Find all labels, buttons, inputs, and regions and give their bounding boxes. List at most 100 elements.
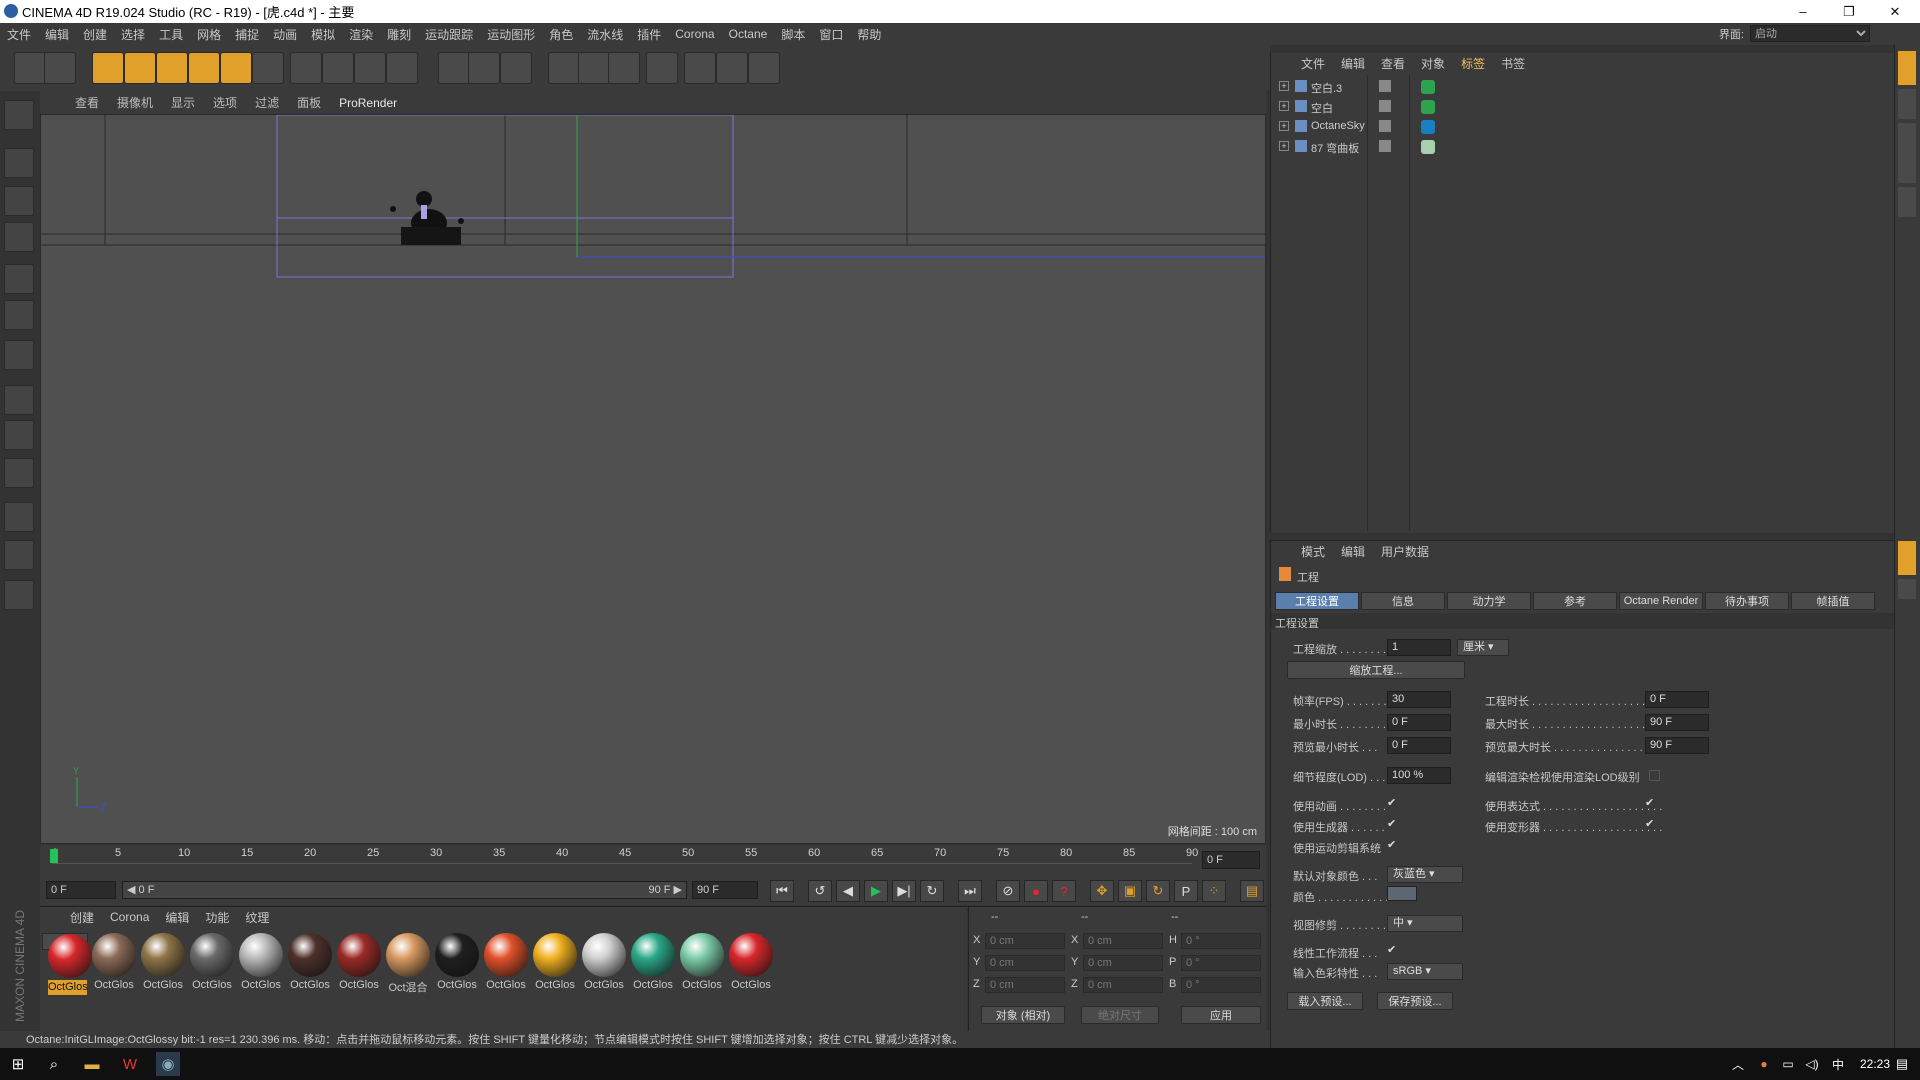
minimize-button[interactable]: –: [1780, 0, 1826, 23]
attribute-menu-item[interactable]: 编辑: [1333, 543, 1373, 560]
attribute-tab[interactable]: 工程设置: [1275, 592, 1359, 610]
material-swatch[interactable]: OctGlos: [336, 933, 382, 997]
render-view-icon[interactable]: [386, 52, 418, 84]
use-expr-checkbox[interactable]: ✔: [1645, 798, 1656, 809]
menu-item[interactable]: 插件: [630, 26, 668, 43]
rotation-field[interactable]: 0 °: [1181, 955, 1261, 971]
object-row[interactable]: + 空白: [1277, 97, 1887, 116]
goto-start-button[interactable]: ⏮: [770, 880, 794, 902]
menu-item[interactable]: 流水线: [580, 26, 630, 43]
object-name[interactable]: OctaneSky: [1311, 120, 1365, 132]
object-menu-item[interactable]: 文件: [1293, 55, 1333, 72]
tray-app-icon[interactable]: ●: [1752, 1052, 1776, 1076]
layer-icon[interactable]: [1379, 80, 1391, 92]
menu-item[interactable]: 脚本: [774, 26, 812, 43]
preview-min-field[interactable]: 0 F: [1387, 737, 1451, 754]
default-color-dropdown[interactable]: 灰蓝色 ▾: [1387, 866, 1463, 883]
coord-mode-dropdown[interactable]: 对象 (相对): [981, 1006, 1065, 1024]
use-gen-checkbox[interactable]: ✔: [1387, 819, 1398, 830]
goto-end-button[interactable]: ⏭: [958, 880, 982, 902]
attribute-menu-item[interactable]: 模式: [1293, 543, 1333, 560]
use-anim-checkbox[interactable]: ✔: [1387, 798, 1398, 809]
use-mograph-checkbox[interactable]: ✔: [1387, 840, 1398, 851]
magnet-icon[interactable]: [4, 502, 34, 532]
param-key-button[interactable]: P: [1174, 880, 1198, 902]
cinema4d-taskbar-icon[interactable]: ◉: [156, 1052, 180, 1076]
current-frame-field[interactable]: 0 F: [1202, 851, 1260, 869]
undo-icon[interactable]: [14, 52, 46, 84]
menu-item[interactable]: 窗口: [812, 26, 850, 43]
play-button[interactable]: ▶: [864, 880, 888, 902]
workplane-icon[interactable]: [4, 222, 34, 252]
menu-item[interactable]: 运动图形: [480, 26, 542, 43]
expand-icon[interactable]: +: [1279, 121, 1289, 131]
start-frame-field[interactable]: 0 F: [46, 881, 116, 899]
prev-key-button[interactable]: ↺: [808, 880, 832, 902]
object-row[interactable]: +87 弯曲板: [1277, 137, 1887, 156]
frame-range-slider[interactable]: ◀ 0 F 90 F ▶: [122, 881, 687, 899]
material-swatch[interactable]: OctGlos: [728, 933, 774, 997]
menu-item[interactable]: Corona: [668, 27, 721, 41]
x-axis-lock-icon[interactable]: [252, 52, 284, 84]
size-field[interactable]: 0 cm: [1083, 977, 1163, 993]
menu-item[interactable]: 网格: [190, 26, 228, 43]
rotation-field[interactable]: 0 °: [1181, 933, 1261, 949]
tray-chevron-icon[interactable]: ︿: [1726, 1052, 1750, 1076]
pen-icon[interactable]: [548, 52, 580, 84]
object-menu-item[interactable]: 标签: [1453, 55, 1493, 72]
camera-icon[interactable]: [716, 52, 748, 84]
viewport-menu-item[interactable]: 过滤: [246, 94, 288, 111]
size-field[interactable]: 0 cm: [1083, 955, 1163, 971]
wps-icon[interactable]: W: [118, 1052, 142, 1076]
material-swatch[interactable]: OctGlos: [238, 933, 284, 997]
windows-start-icon[interactable]: ⊞: [6, 1052, 30, 1076]
size-mode-dropdown[interactable]: 绝对尺寸: [1081, 1006, 1159, 1024]
min-time-field[interactable]: 0 F: [1387, 714, 1451, 731]
notification-icon[interactable]: ▤: [1890, 1052, 1914, 1076]
layer-icon[interactable]: [1379, 120, 1391, 132]
scale-unit-dropdown[interactable]: 厘米 ▾: [1457, 639, 1509, 656]
end-frame-field[interactable]: 90 F: [692, 881, 758, 899]
use-deform-checkbox[interactable]: ✔: [1645, 819, 1656, 830]
attribute-menu-item[interactable]: 用户数据: [1373, 543, 1437, 560]
keyframe-off-button[interactable]: ⊘: [996, 880, 1020, 902]
object-row[interactable]: + 空白.3: [1277, 77, 1887, 96]
network-icon[interactable]: ▭: [1776, 1052, 1800, 1076]
object-menu-item[interactable]: 书签: [1493, 55, 1533, 72]
render-pv-icon[interactable]: [438, 52, 470, 84]
step-forward-button[interactable]: ▶|: [892, 880, 916, 902]
menu-item[interactable]: 工具: [152, 26, 190, 43]
object-row[interactable]: + OctaneSky: [1277, 117, 1887, 136]
layer-tab-icon[interactable]: [1898, 579, 1916, 599]
fps-field[interactable]: 30: [1387, 691, 1451, 708]
tag-icon[interactable]: [1421, 100, 1435, 114]
position-field[interactable]: 0 cm: [985, 955, 1065, 971]
clock[interactable]: 22:23: [1860, 1057, 1890, 1071]
lod-render-checkbox[interactable]: [1649, 770, 1660, 781]
object-menu-item[interactable]: 编辑: [1333, 55, 1373, 72]
menu-item[interactable]: 选择: [114, 26, 152, 43]
menu-item[interactable]: 雕刻: [380, 26, 418, 43]
ime-icon[interactable]: 中: [1826, 1052, 1850, 1076]
material-swatch[interactable]: Oct混合: [385, 933, 431, 997]
rotate-icon[interactable]: [188, 52, 220, 84]
material-menu-item[interactable]: 创建: [62, 909, 102, 926]
move-icon[interactable]: [124, 52, 156, 84]
object-name[interactable]: 空白.3: [1311, 80, 1342, 96]
layer-icon[interactable]: [1379, 140, 1391, 152]
expand-icon[interactable]: +: [1279, 81, 1289, 91]
material-swatch[interactable]: OctGlos: [287, 933, 333, 997]
material-swatch[interactable]: OctGlos: [581, 933, 627, 997]
material-swatch[interactable]: OctGlos: [630, 933, 676, 997]
scale-project-button[interactable]: 缩放工程...: [1287, 661, 1465, 679]
color-swatch[interactable]: [1387, 886, 1417, 901]
layers-tab-icon[interactable]: [1898, 187, 1916, 217]
preview-max-field[interactable]: 90 F: [1645, 737, 1709, 754]
material-swatch[interactable]: OctGlos: [140, 933, 186, 997]
redo-icon[interactable]: [44, 52, 76, 84]
pla-key-button[interactable]: ⁘: [1202, 880, 1226, 902]
material-menu-item[interactable]: 功能: [197, 909, 237, 926]
rotate-key-button[interactable]: ↻: [1146, 880, 1170, 902]
viewport-menu-item[interactable]: 选项: [204, 94, 246, 111]
menu-item[interactable]: 帮助: [850, 26, 888, 43]
